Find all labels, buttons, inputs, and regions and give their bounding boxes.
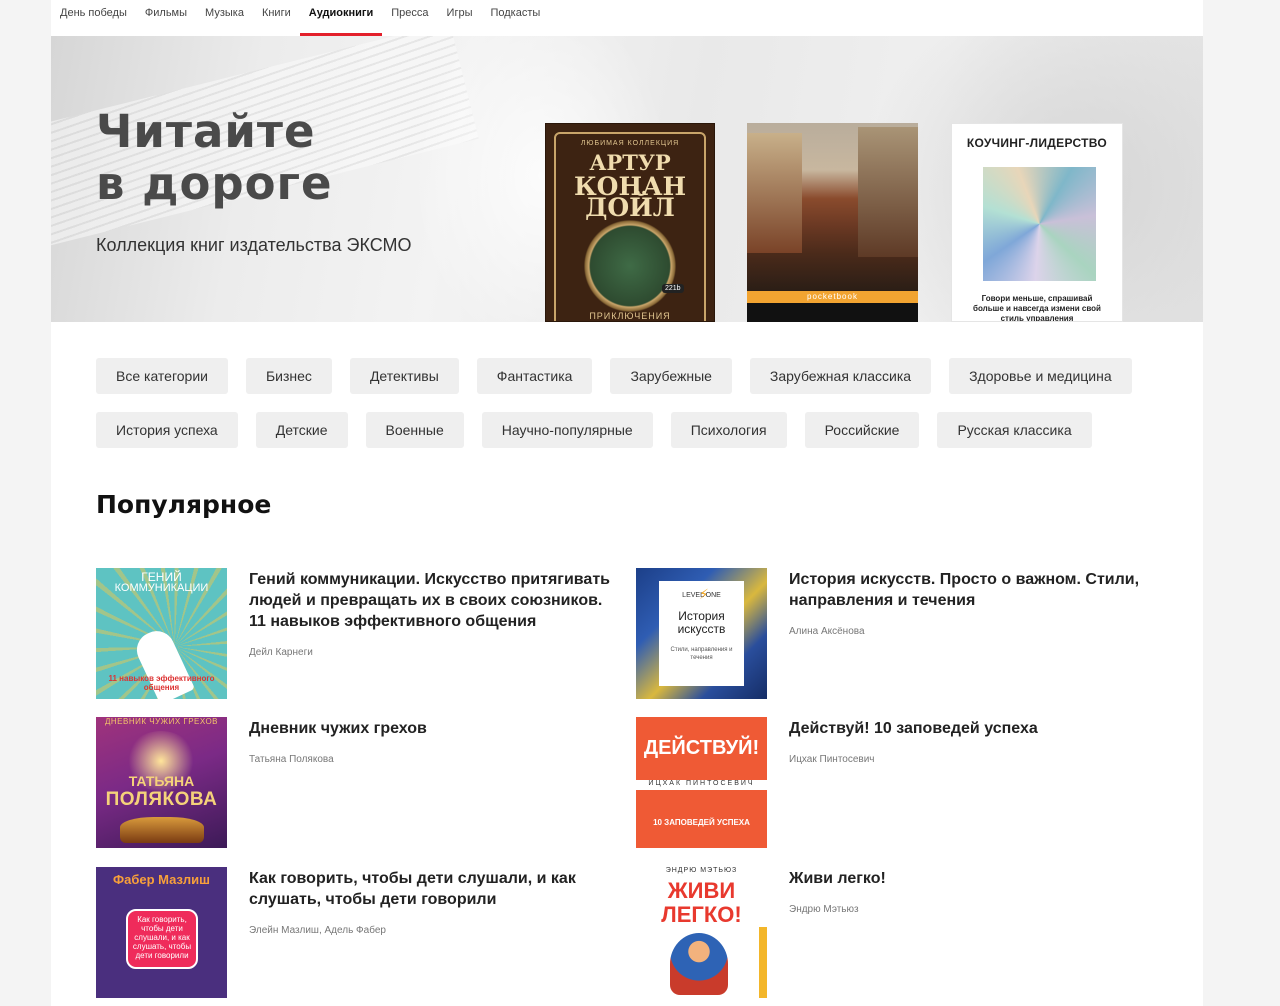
cover-text: LEVEL ONE (682, 592, 721, 599)
cover-text: КОММУНИКАЦИИ (114, 582, 209, 594)
holographic-image (983, 167, 1096, 281)
nav-item-movies[interactable]: Фильмы (145, 0, 187, 36)
cover-text: ЖИВИ ЛЕГКО! (661, 878, 742, 927)
category-russian-classics[interactable]: Русская классика (937, 412, 1092, 448)
book-cover[interactable]: ДЕЙСТВУЙ! ИЦХАК ПИНТОСЕВИЧ 10 ЗАПОВЕДЕЙ … (636, 717, 767, 848)
book-cover[interactable]: ⚡ LEVEL ONE История искусств Стили, напр… (636, 568, 767, 699)
cover-text: 10 ЗАПОВЕДЕЙ УСПЕХА (653, 818, 750, 827)
painting-building-right (858, 127, 918, 257)
cover-badge: 221b (662, 284, 684, 293)
book-cover[interactable]: Фабер Мазлиш Как говорить, чтобы дети сл… (96, 867, 227, 998)
nav-item-games[interactable]: Игры (447, 0, 473, 36)
hero-title-line1: Читайте (96, 105, 316, 158)
book-title-block: История искусств. Просто о важном. Стили… (789, 569, 1159, 642)
cover-text: 11 навыков эффективного общения (108, 674, 215, 692)
book-author[interactable]: Татьяна Полякова (249, 749, 619, 770)
cover-text: ПОЛЯКОВА (105, 789, 218, 810)
nav-item-books[interactable]: Книги (262, 0, 291, 36)
cover-text: Стили, направления и течения (670, 647, 733, 661)
keyhole-medallion-icon (578, 216, 682, 316)
category-foreign[interactable]: Зарубежные (610, 358, 732, 394)
audiobook-item[interactable]: ГЕНИЙ КОММУНИКАЦИИ 11 навыков эффективно… (96, 568, 616, 699)
category-all[interactable]: Все категории (96, 358, 228, 394)
category-filters: Все категории Бизнес Детективы Фантастик… (96, 358, 1156, 466)
book-cover[interactable]: ЭНДРЮ МЭТЬЮЗ ЖИВИ ЛЕГКО! (636, 867, 767, 998)
book-cover[interactable]: ГЕНИЙ КОММУНИКАЦИИ 11 навыков эффективно… (96, 568, 227, 699)
audiobook-item[interactable]: Фабер Мазлиш Как говорить, чтобы дети сл… (96, 867, 616, 998)
book-cover[interactable]: ДНЕВНИК ЧУЖИХ ГРЕХОВ ТАТЬЯНА ПОЛЯКОВА (96, 717, 227, 848)
cover-text: ТАТЬЯНА (128, 773, 195, 789)
cover-tagline: Говори меньше, спрашивай больше и навсег… (973, 294, 1101, 322)
book-author[interactable]: Алина Аксёнова (789, 621, 1159, 642)
hero-subtitle: Коллекция книг издательства ЭКСМО (96, 235, 412, 255)
category-detectives[interactable]: Детективы (349, 358, 459, 394)
cover-series: ЛЮБИМАЯ КОЛЛЕКЦИЯ (580, 140, 680, 147)
category-psychology[interactable]: Психология (670, 412, 787, 448)
hero-title: Читайте в дороге (96, 106, 333, 210)
cover-genre: ПРИКЛЮЧЕНИЯ (589, 311, 671, 321)
book-title-block: Действуй! 10 заповедей успеха Ицхак Пинт… (789, 718, 1159, 770)
hero-book-conan-doyle[interactable]: ЛЮБИМАЯ КОЛЛЕКЦИЯ АРТУР КОНАН ДОЙЛ 221b … (545, 123, 715, 322)
hero-banner[interactable]: Читайте в дороге Коллекция книг издатель… (51, 36, 1203, 322)
page: День победы Фильмы Музыка Книги Аудиокни… (51, 0, 1203, 1006)
nav-item-victory-day[interactable]: День победы (60, 0, 127, 36)
category-health[interactable]: Здоровье и медицина (949, 358, 1132, 394)
book-author[interactable]: Ицхак Пинтосевич (789, 749, 1159, 770)
book-title-block: Живи легко! Эндрю Мэтьюз (789, 868, 1159, 920)
audiobook-item[interactable]: ⚡ LEVEL ONE История искусств Стили, напр… (636, 568, 1156, 699)
book-title-block: Как говорить, чтобы дети слушали, и как … (249, 868, 619, 941)
cover-text: ДЕЙСТВУЙ! (643, 737, 760, 759)
category-business[interactable]: Бизнес (245, 358, 332, 394)
category-row-1: Все категории Бизнес Детективы Фантастик… (96, 358, 1156, 394)
category-popular-science[interactable]: Научно-популярные (481, 412, 653, 448)
nav-item-podcasts[interactable]: Подкасты (490, 0, 540, 36)
category-kids[interactable]: Детские (255, 412, 348, 448)
book-author[interactable]: Элейн Мазлиш, Адель Фабер (249, 920, 619, 941)
book-title[interactable]: Действуй! 10 заповедей успеха (789, 720, 1038, 737)
nav-item-press[interactable]: Пресса (391, 0, 428, 36)
audiobook-item[interactable]: ДНЕВНИК ЧУЖИХ ГРЕХОВ ТАТЬЯНА ПОЛЯКОВА Дн… (96, 717, 616, 848)
open-book-icon (120, 817, 204, 843)
book-title[interactable]: Живи легко! (789, 870, 886, 887)
nav-item-music[interactable]: Музыка (205, 0, 244, 36)
hero-book-coaching[interactable]: КОУЧИНГ-ЛИДЕРСТВО Говори меньше, спрашив… (951, 123, 1123, 322)
book-author[interactable]: Дейл Карнеги (249, 642, 619, 663)
cover-author-first: АРТУР (589, 150, 671, 175)
cover-author-last: КОНАН ДОЙЛ (573, 172, 687, 222)
book-title[interactable]: История искусств. Просто о важном. Стили… (789, 571, 1139, 609)
audiobook-item[interactable]: ЭНДРЮ МЭТЬЮЗ ЖИВИ ЛЕГКО! Живи легко! Энд… (636, 867, 1156, 998)
book-title[interactable]: Гений коммуникации. Искусство притягиват… (249, 571, 610, 630)
cover-title: КОУЧИНГ-ЛИДЕРСТВО (966, 136, 1108, 150)
cover-text: ИЦХАК ПИНТОСЕВИЧ (648, 780, 755, 787)
category-russian[interactable]: Российские (804, 412, 920, 448)
category-row-2: История успеха Детские Военные Научно-по… (96, 412, 1156, 448)
hero-book-painting[interactable]: pocketbook (747, 123, 918, 322)
category-military[interactable]: Военные (365, 412, 464, 448)
cover-text: История искусств (677, 609, 726, 636)
book-title-block: Дневник чужих грехов Татьяна Полякова (249, 718, 619, 770)
category-fantasy[interactable]: Фантастика (476, 358, 593, 394)
cover-text: Фабер Мазлиш (113, 872, 210, 887)
audiobook-item[interactable]: ДЕЙСТВУЙ! ИЦХАК ПИНТОСЕВИЧ 10 ЗАПОВЕДЕЙ … (636, 717, 1156, 848)
cartoon-man-icon (670, 933, 728, 995)
book-title[interactable]: Как говорить, чтобы дети слушали, и как … (249, 870, 576, 908)
book-author[interactable]: Эндрю Мэтьюз (789, 899, 1159, 920)
painting-building-left (747, 133, 802, 253)
cover-side-strip (759, 927, 767, 998)
cover-brand-strip: pocketbook (747, 291, 918, 303)
book-title[interactable]: Дневник чужих грехов (249, 720, 427, 737)
cover-text: ДНЕВНИК ЧУЖИХ ГРЕХОВ (104, 717, 219, 726)
hero-title-line2: в дороге (96, 157, 333, 210)
popular-heading: Популярное (96, 490, 272, 519)
category-success-story[interactable]: История успеха (96, 412, 238, 448)
top-nav: День победы Фильмы Музыка Книги Аудиокни… (51, 0, 1203, 36)
cover-text: ЭНДРЮ МЭТЬЮЗ (665, 867, 738, 874)
cover-text: Как говорить, чтобы дети слушали, и как … (132, 915, 192, 960)
category-foreign-classics[interactable]: Зарубежная классика (749, 358, 932, 394)
book-title-block: Гений коммуникации. Искусство притягиват… (249, 569, 619, 663)
nav-item-audiobooks[interactable]: Аудиокниги (299, 0, 383, 36)
